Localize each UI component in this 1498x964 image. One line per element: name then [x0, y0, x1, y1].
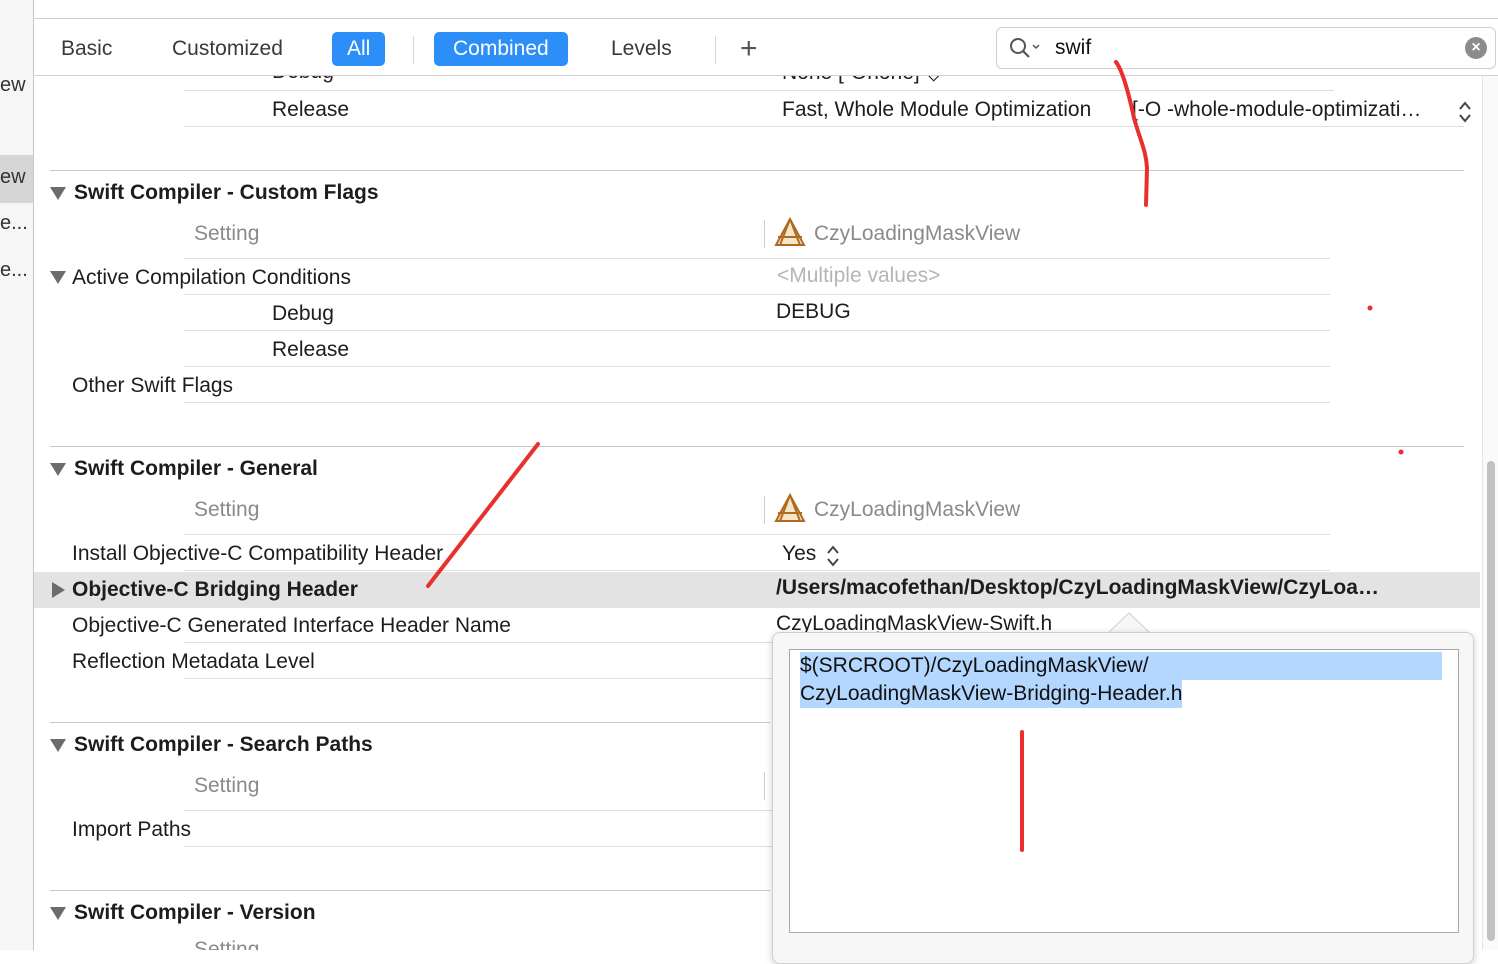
- setting-bridging-header-value[interactable]: /Users/macofethan/Desktop/CzyLoadingMask…: [776, 576, 1379, 600]
- disclosure-triangle-icon[interactable]: [50, 187, 66, 200]
- column-separator: [764, 772, 765, 800]
- row-divider: [184, 642, 784, 643]
- filter-customized-button[interactable]: Customized: [160, 32, 295, 66]
- magnifier-icon[interactable]: [1009, 37, 1043, 59]
- setting-debug-value[interactable]: None [-Onone] ◇: [782, 76, 942, 85]
- row-divider: [184, 90, 1334, 91]
- bridging-header-editor-popover: $(SRCROOT)/CzyLoadingMaskView/ CzyLoadin…: [772, 632, 1474, 964]
- setting-reflection-level-label: Reflection Metadata Level: [72, 650, 315, 673]
- column-header-target: CzyLoadingMaskView: [814, 222, 1021, 245]
- clear-icon[interactable]: ×: [1465, 37, 1487, 59]
- section-title-custom-flags[interactable]: Swift Compiler - Custom Flags: [74, 181, 379, 205]
- navigator-sidebar: ew ew e... e...: [0, 0, 34, 950]
- popover-text-line[interactable]: CzyLoadingMaskView-Bridging-Header.h: [800, 680, 1183, 708]
- popover-text-line[interactable]: $(SRCROOT)/CzyLoadingMaskView/: [800, 652, 1442, 680]
- sidebar-item[interactable]: ew: [0, 74, 26, 97]
- section-divider: [50, 446, 1464, 447]
- column-header-target: CzyLoadingMaskView: [814, 498, 1021, 521]
- setting-release-value[interactable]: Fast, Whole Module Optimization: [782, 98, 1091, 122]
- row-divider: [184, 126, 1464, 127]
- section-title-general[interactable]: Swift Compiler - General: [74, 457, 318, 481]
- search-input[interactable]: [1053, 34, 1447, 62]
- disclosure-triangle-icon[interactable]: [50, 739, 66, 752]
- disclosure-triangle-icon[interactable]: [50, 463, 66, 476]
- row-divider: [184, 366, 1330, 367]
- column-header-setting: Setting: [194, 938, 260, 950]
- filter-all-button[interactable]: All: [332, 32, 386, 66]
- setting-debug-value[interactable]: DEBUG: [776, 300, 851, 324]
- stepper-icon[interactable]: [826, 544, 840, 568]
- setting-other-swift-flags-label: Other Swift Flags: [72, 374, 234, 397]
- setting-release-label: Release: [272, 98, 350, 121]
- setting-debug-label: Debug: [272, 76, 334, 84]
- setting-active-conditions-value[interactable]: <Multiple values>: [777, 264, 940, 288]
- view-levels-button[interactable]: Levels: [599, 32, 684, 66]
- vertical-scrollbar[interactable]: [1482, 76, 1498, 950]
- disclosure-triangle-icon[interactable]: [50, 271, 66, 284]
- setting-generated-header-name-label: Objective-C Generated Interface Header N…: [72, 614, 511, 637]
- toolbar-divider: [413, 36, 414, 64]
- disclosure-triangle-icon[interactable]: [50, 907, 66, 920]
- stepper-icon[interactable]: [1458, 100, 1472, 124]
- column-separator: [764, 496, 765, 524]
- add-setting-button[interactable]: +: [740, 29, 758, 69]
- setting-release-label: Release: [272, 338, 350, 361]
- sidebar-item[interactable]: e...: [0, 259, 28, 282]
- row-divider: [184, 258, 1330, 259]
- section-title-search-paths[interactable]: Swift Compiler - Search Paths: [74, 733, 373, 757]
- sidebar-item-selected[interactable]: ew: [0, 166, 26, 189]
- column-header-setting: Setting: [194, 498, 260, 521]
- column-header-setting: Setting: [194, 774, 260, 797]
- setting-debug-label: Debug: [272, 302, 334, 325]
- setting-install-header-value[interactable]: Yes: [782, 542, 816, 566]
- popover-arrow: [1108, 612, 1150, 634]
- row-divider: [184, 846, 784, 847]
- setting-import-paths-label: Import Paths: [72, 818, 192, 841]
- setting-active-conditions-label: Active Compilation Conditions: [72, 266, 351, 289]
- section-divider: [50, 722, 770, 723]
- build-settings-toolbar: Basic Customized All Combined Levels + ×: [34, 19, 1498, 76]
- toolbar-divider: [715, 36, 716, 64]
- view-combined-button[interactable]: Combined: [434, 32, 568, 66]
- row-divider: [184, 810, 784, 811]
- row-divider: [184, 330, 1330, 331]
- column-header-setting: Setting: [194, 222, 260, 245]
- bridging-header-textarea[interactable]: $(SRCROOT)/CzyLoadingMaskView/ CzyLoadin…: [789, 649, 1459, 933]
- window-top-strip: [33, 0, 1498, 19]
- disclosure-triangle-icon[interactable]: [52, 582, 65, 598]
- column-separator: [764, 220, 765, 248]
- section-title-version[interactable]: Swift Compiler - Version: [74, 901, 316, 925]
- search-field[interactable]: ×: [996, 27, 1496, 69]
- scrollbar-thumb[interactable]: [1487, 461, 1495, 941]
- row-divider: [184, 570, 1330, 571]
- setting-bridging-header-label[interactable]: Objective-C Bridging Header: [72, 578, 358, 602]
- target-app-icon: [774, 493, 806, 522]
- row-divider: [184, 678, 784, 679]
- row-divider: [184, 402, 1330, 403]
- target-app-icon: [774, 217, 806, 246]
- filter-basic-button[interactable]: Basic: [49, 32, 124, 66]
- section-divider: [50, 890, 770, 891]
- setting-install-header-label: Install Objective-C Compatibility Header: [72, 542, 444, 565]
- row-divider: [184, 294, 1330, 295]
- row-divider: [184, 534, 1330, 535]
- sidebar-item[interactable]: e...: [0, 212, 28, 235]
- section-divider: [50, 170, 1464, 171]
- setting-release-flag: [-O -whole-module-optimizati…: [1132, 98, 1422, 121]
